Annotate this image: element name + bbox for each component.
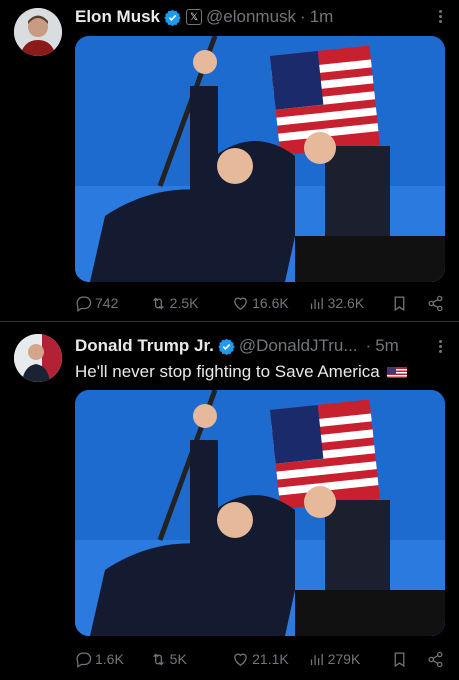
post-image[interactable] [75,36,445,282]
post-actions: 742 2.5K 16.6K 32.6K [75,293,447,313]
post-trump-jr[interactable]: Donald Trump Jr. @DonaldJTru... · 5m He'… [0,322,459,680]
post-image[interactable] [75,390,445,636]
share-icon [428,295,443,311]
post-elon[interactable]: Elon Musk 𝕏 @elonmusk · 1m 742 2.5K 16.6… [0,0,459,322]
separator-dot: · [365,336,372,355]
share-button[interactable] [427,295,447,312]
reply-icon [76,295,92,312]
bookmark-icon [394,295,405,311]
repost-icon [152,653,164,665]
avatar[interactable] [14,8,62,56]
post-time[interactable]: 5m [375,336,399,356]
heart-icon [234,297,247,310]
repost-icon [152,297,164,309]
like-count: 16.6K [252,295,289,311]
heart-icon [234,653,247,666]
verified-badge-icon [164,9,181,26]
view-count: 32.6K [327,295,365,311]
reply-button[interactable]: 742 [75,295,145,312]
repost-count: 2.5K [169,295,199,311]
like-button[interactable]: 21.1K [232,651,307,668]
post-text-content: He'll never stop fighting to Save Americ… [75,362,380,381]
repost-button[interactable]: 5K [150,651,225,668]
like-count: 21.1K [252,651,289,667]
bookmark-icon [394,651,405,667]
bookmark-button[interactable] [391,295,411,312]
author-handle[interactable]: @DonaldJTru... [239,336,358,356]
avatar[interactable] [14,334,62,382]
author-name[interactable]: Donald Trump Jr. [75,336,214,356]
share-button[interactable] [427,651,447,668]
repost-count: 5K [169,651,187,667]
separator-dot: · [300,7,306,26]
author-handle[interactable]: @elonmusk [206,7,296,27]
post-time[interactable]: 1m [310,7,334,27]
post-text: He'll never stop fighting to Save Americ… [75,362,408,382]
us-flag-icon [387,365,408,378]
views-button[interactable]: 32.6K [308,295,385,312]
x-affiliate-icon: 𝕏 [186,9,203,25]
view-count: 279K [327,651,361,667]
bookmark-button[interactable] [391,651,411,668]
author-name[interactable]: Elon Musk [75,7,160,27]
share-icon [428,651,443,667]
views-icon [310,297,323,309]
reply-count: 1.6K [95,651,124,667]
views-icon [310,653,323,665]
reply-count: 742 [95,295,119,311]
repost-button[interactable]: 2.5K [150,295,225,312]
verified-badge-icon [218,338,235,355]
like-button[interactable]: 16.6K [232,295,307,312]
more-icon[interactable] [439,338,443,355]
reply-button[interactable]: 1.6K [75,651,145,668]
post-header: Donald Trump Jr. @DonaldJTru... · 5m [75,334,449,358]
reply-icon [76,651,92,668]
more-icon[interactable] [439,8,443,25]
views-button[interactable]: 279K [308,651,385,668]
post-header: Elon Musk 𝕏 @elonmusk · 1m [75,5,449,29]
post-actions: 1.6K 5K 21.1K 279K [75,649,447,669]
